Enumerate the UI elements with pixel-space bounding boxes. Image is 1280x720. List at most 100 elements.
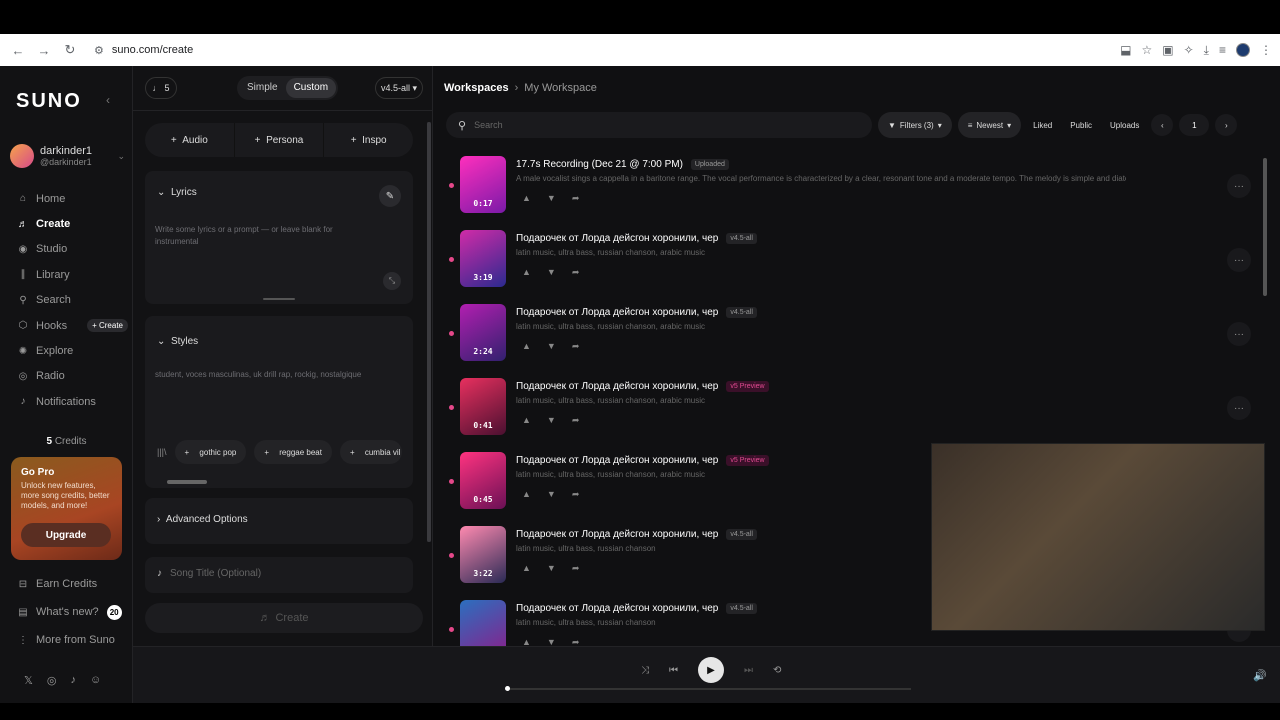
- create-button[interactable]: ♬ Create: [145, 603, 423, 633]
- share-icon[interactable]: ➦: [572, 193, 580, 204]
- create-scrollbar[interactable]: [427, 122, 431, 542]
- site-info-icon[interactable]: ⚙: [94, 44, 104, 57]
- prev-page-button[interactable]: ‹: [1151, 114, 1174, 136]
- share-icon[interactable]: ➦: [572, 489, 580, 500]
- scrollbar-thumb[interactable]: [167, 480, 207, 484]
- media-control-icon[interactable]: ≡: [1219, 43, 1226, 57]
- share-icon[interactable]: ➦: [572, 341, 580, 352]
- thumbs-up-icon[interactable]: ▲: [522, 415, 531, 426]
- song-title[interactable]: Подарочек от Лорда дейсгон хоронили, чер: [516, 381, 718, 392]
- share-icon[interactable]: ➦: [572, 563, 580, 574]
- back-icon[interactable]: ←: [8, 40, 28, 60]
- song-title[interactable]: Подарочек от Лорда дейсгон хоронили, чер: [516, 455, 718, 466]
- style-chip[interactable]: + gothic pop: [174, 440, 247, 464]
- more-options-icon[interactable]: ···: [1227, 248, 1251, 272]
- styles-input[interactable]: student, voces masculinas, uk drill rap,…: [155, 369, 395, 381]
- credits-pill[interactable]: ♩ 5: [145, 77, 177, 99]
- menu-kebab-icon[interactable]: ⋮: [1260, 43, 1272, 57]
- collapse-sidebar-icon[interactable]: ‹: [106, 93, 110, 107]
- share-icon[interactable]: ➦: [572, 415, 580, 426]
- add-persona-button[interactable]: + Persona: [235, 123, 325, 157]
- library-icon[interactable]: |||\: [157, 447, 167, 457]
- puzzle-icon[interactable]: ✧: [1184, 43, 1194, 57]
- song-cover[interactable]: 3:19: [460, 230, 506, 287]
- thumbs-down-icon[interactable]: ▼: [547, 193, 556, 204]
- repeat-icon[interactable]: ⟲: [773, 665, 781, 676]
- thumbs-down-icon[interactable]: ▼: [547, 267, 556, 278]
- breadcrumb-my-workspace[interactable]: My Workspace: [524, 82, 597, 94]
- progress-knob[interactable]: [505, 686, 510, 691]
- search-input[interactable]: ⚲ Search: [446, 112, 872, 138]
- more-options-icon[interactable]: ···: [1227, 174, 1251, 198]
- sidebar-item-radio[interactable]: ◎ Radio: [18, 364, 128, 389]
- song-row[interactable]: 3:19 Подарочек от Лорда дейсгон хоронили…: [434, 226, 1264, 300]
- install-icon[interactable]: ⬓: [1120, 43, 1131, 57]
- thumbs-up-icon[interactable]: ▲: [522, 489, 531, 500]
- styles-header[interactable]: ⌄ Styles: [157, 336, 198, 347]
- more-options-icon[interactable]: ···: [1227, 322, 1251, 346]
- next-page-button[interactable]: ›: [1215, 114, 1238, 136]
- thumbs-down-icon[interactable]: ▼: [547, 563, 556, 574]
- sidebar-item-hooks[interactable]: ⬡ Hooks + Create: [18, 313, 128, 338]
- add-audio-button[interactable]: + Audio: [145, 123, 235, 157]
- song-cover[interactable]: 0:41: [460, 378, 506, 435]
- magic-wand-icon[interactable]: ✎: [379, 185, 401, 207]
- suno-logo[interactable]: SUNO: [16, 90, 82, 113]
- upgrade-button[interactable]: Upgrade: [21, 523, 111, 547]
- forward-icon[interactable]: →: [34, 40, 54, 60]
- song-cover[interactable]: 3:22: [460, 526, 506, 583]
- whats-new-link[interactable]: ▤ What's new? 20: [18, 598, 128, 626]
- song-row[interactable]: 2:24 Подарочек от Лорда дейсгон хоронили…: [434, 300, 1264, 374]
- sidebar-item-explore[interactable]: ✺ Explore: [18, 338, 128, 363]
- mode-custom-tab[interactable]: Custom: [285, 78, 337, 98]
- thumbs-down-icon[interactable]: ▼: [547, 415, 556, 426]
- address-bar[interactable]: ⚙ suno.com/create: [86, 38, 1115, 62]
- song-title[interactable]: Подарочек от Лорда дейсгон хоронили, чер: [516, 307, 718, 318]
- user-menu[interactable]: darkinder1 @darkinder1 ⌄: [10, 144, 125, 168]
- sort-button[interactable]: ≡ Newest ▾: [957, 112, 1022, 138]
- public-filter[interactable]: Public: [1064, 112, 1098, 138]
- thumbs-up-icon[interactable]: ▲: [522, 267, 531, 278]
- expand-icon[interactable]: ⤡: [383, 272, 401, 290]
- tiktok-icon[interactable]: ♪: [70, 674, 76, 687]
- breadcrumb-workspaces[interactable]: Workspaces: [444, 82, 509, 94]
- play-button[interactable]: ▶: [698, 657, 724, 683]
- volume-icon[interactable]: 🔊: [1253, 669, 1267, 682]
- instagram-icon[interactable]: ◎: [47, 674, 57, 687]
- more-from-suno-link[interactable]: ⋮ More from Suno: [18, 626, 128, 654]
- add-inspo-button[interactable]: + Inspo: [324, 123, 413, 157]
- song-title[interactable]: Подарочек от Лорда дейсгон хоронили, чер: [516, 529, 718, 540]
- uploads-filter[interactable]: Uploads: [1104, 112, 1145, 138]
- download-icon[interactable]: ⤓: [1204, 43, 1209, 58]
- lyrics-header[interactable]: ⌄ Lyrics: [157, 187, 197, 198]
- thumbs-up-icon[interactable]: ▲: [522, 563, 531, 574]
- previous-icon[interactable]: ⏮: [669, 665, 678, 676]
- sidebar-item-notifications[interactable]: ♪ Notifications: [18, 389, 128, 414]
- scrollbar-thumb[interactable]: [1263, 158, 1267, 296]
- page-number[interactable]: 1: [1179, 114, 1210, 136]
- song-cover[interactable]: 0:45: [460, 452, 506, 509]
- style-chip[interactable]: + cumbia vil: [339, 440, 402, 464]
- advanced-options-header[interactable]: › Advanced Options: [157, 514, 248, 525]
- song-cover[interactable]: 0:17: [460, 156, 506, 213]
- scrollbar-thumb[interactable]: [427, 122, 431, 542]
- sidebar-item-home[interactable]: ⌂ Home: [18, 186, 128, 211]
- sidebar-item-create[interactable]: ♬ Create: [18, 211, 128, 236]
- advanced-options-card[interactable]: › Advanced Options: [145, 498, 413, 544]
- song-row[interactable]: 0:17 17.7s Recording (Dec 21 @ 7:00 PM) …: [434, 152, 1264, 226]
- resize-grip[interactable]: [263, 298, 295, 300]
- next-icon[interactable]: ⏭: [744, 665, 753, 676]
- mode-simple-tab[interactable]: Simple: [239, 78, 286, 98]
- song-title[interactable]: Подарочек от Лорда дейсгон хоронили, чер: [516, 233, 718, 244]
- reload-icon[interactable]: ↻: [60, 40, 80, 60]
- more-options-icon[interactable]: ···: [1227, 396, 1251, 420]
- progress-bar[interactable]: [505, 686, 911, 691]
- song-title-input[interactable]: ♪ Song Title (Optional): [157, 568, 261, 579]
- bookmark-star-icon[interactable]: ☆: [1142, 43, 1153, 57]
- liked-filter[interactable]: Liked: [1027, 112, 1058, 138]
- hooks-create-badge[interactable]: + Create: [87, 319, 128, 333]
- thumbs-down-icon[interactable]: ▼: [547, 341, 556, 352]
- sidebar-item-studio[interactable]: ◉ Studio: [18, 237, 128, 262]
- song-cover[interactable]: 2:24: [460, 304, 506, 361]
- lyrics-input[interactable]: Write some lyrics or a prompt — or leave…: [155, 224, 365, 248]
